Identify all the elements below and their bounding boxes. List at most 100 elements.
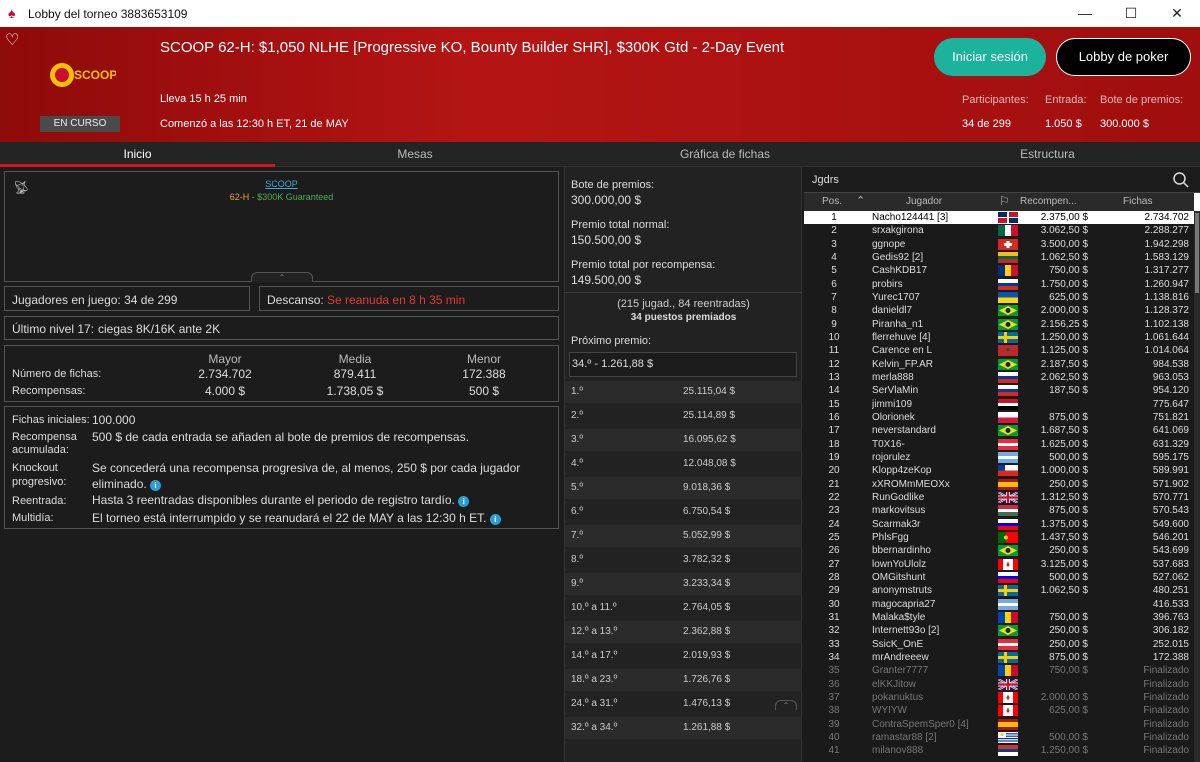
player-chips: 172.388 (1152, 651, 1189, 663)
table-row[interactable]: 10 flerrehuve [4] 1.250,00 $ 1.061.644 (804, 331, 1194, 344)
table-row[interactable]: 33 SsicK_OnE 250,00 $ 252.015 (804, 638, 1194, 651)
detail-value-starting-chips: 100.000 (92, 413, 136, 427)
prize-place: 3.º (571, 434, 583, 445)
table-row[interactable]: 29 anonymstruts 1.062,50 $ 480.251 (804, 584, 1194, 597)
table-row[interactable]: 3 ggnope 3.500,00 $ 1.942.298 (804, 238, 1194, 251)
table-row[interactable]: 34 mrAndreeew 875,00 $ 172.388 (804, 651, 1194, 664)
table-row[interactable]: 13 merla888 2.062,50 $ 963.053 (804, 371, 1194, 384)
player-name: markovitsus (872, 505, 926, 517)
table-row[interactable]: 12 Kelvin_FP.AR 2.187,50 $ 984.538 (804, 358, 1194, 371)
table-row[interactable]: 30 magocapria27 416.533 (804, 598, 1194, 611)
table-row[interactable]: 19 rojorulez 500,00 $ 595.175 (804, 451, 1194, 464)
col-chips[interactable]: Fichas (1123, 196, 1152, 207)
prize-place: 5.º (571, 482, 583, 493)
table-row[interactable]: 1 Nacho124441 [3] 2.375,00 $ 2.734.702 (804, 211, 1194, 225)
table-row[interactable]: 21 xXROMmMEOXx 250,00 $ 571.902 (804, 478, 1194, 491)
break-box: Descanso: Se reanuda en 8 h 35 min (259, 286, 559, 311)
table-row[interactable]: 32 Internett93o [2] 250,00 $ 306.182 (804, 624, 1194, 637)
info-icon[interactable]: i (150, 480, 162, 491)
table-row[interactable]: 41 milanov888 1.250,00 $ Finalizado (804, 744, 1194, 757)
event-guarantee: $300K Guaranteed (257, 192, 334, 202)
players-scrollbar[interactable] (1194, 211, 1200, 762)
player-pos: 25 (828, 531, 840, 543)
table-row[interactable]: 37 pokanuktus 2.000,00 $ Finalizado (804, 691, 1194, 704)
prize-row: 10.º a 11.º 2.764,05 $ (565, 597, 802, 619)
table-row[interactable]: 20 Klopp4zeKop 1.000,00 $ 589.991 (804, 464, 1194, 477)
player-pos: 39 (828, 718, 840, 730)
player-pos: 38 (828, 705, 840, 717)
poker-lobby-button[interactable]: Lobby de poker (1056, 38, 1191, 76)
table-row[interactable]: 23 markovitsus 875,00 $ 570.543 (804, 504, 1194, 517)
tab-estructura[interactable]: Estructura (895, 142, 1200, 167)
table-row[interactable]: 38 WYIYW 625,00 $ Finalizado (804, 704, 1194, 717)
table-row[interactable]: 15 jimmi109 775.647 (804, 398, 1194, 411)
tab-inicio[interactable]: Inicio (0, 142, 275, 167)
table-row[interactable]: 22 RunGodlike 1.312,50 $ 570.771 (804, 491, 1194, 504)
sort-asc-icon[interactable]: ⌃ (856, 194, 865, 207)
player-name: lownYoUlolz (872, 558, 927, 570)
scoop-link[interactable]: SCOOP (5, 179, 558, 189)
table-row[interactable]: 16 Olorionek 875,00 $ 751.821 (804, 411, 1194, 424)
player-pos: 32 (828, 625, 840, 637)
player-name: SsicK_OnE (872, 638, 924, 650)
col-player[interactable]: Jugador (906, 196, 942, 207)
table-row[interactable]: 17 neverstandard 1.687,50 $ 641.069 (804, 424, 1194, 437)
player-chips: 1.260.947 (1144, 278, 1190, 290)
collapse-handle[interactable]: ⌃ (251, 272, 313, 282)
players-in-game: Jugadores en juego: 34 de 299 (12, 293, 178, 307)
player-name: Gedis92 [2] (872, 251, 924, 263)
players-scrollbar-thumb[interactable] (1195, 213, 1199, 293)
table-row[interactable]: 4 Gedis92 [2] 1.062,50 $ 1.583.129 (804, 251, 1194, 264)
player-chips: Finalizado (1143, 665, 1189, 677)
country-flag-icon (998, 625, 1018, 637)
prize-collapse-handle[interactable]: ⌃ (775, 700, 797, 710)
svg-text:SCOOP: SCOOP (74, 68, 116, 82)
player-chips: 1.942.298 (1144, 238, 1190, 250)
player-chips: 2.734.702 (1144, 212, 1190, 223)
detail-label-reentry: Reentrada: (12, 495, 67, 507)
info-icon[interactable]: i (489, 514, 501, 525)
minimize-button[interactable]: — (1062, 0, 1108, 27)
table-row[interactable]: 39 ContraSpemSper0 [4] Finalizado (804, 718, 1194, 731)
player-reward: 1.312,50 $ (1040, 491, 1088, 503)
player-pos: 34 (828, 651, 840, 663)
table-row[interactable]: 7 Yurec1707 625,00 $ 1.138.816 (804, 291, 1194, 304)
col-reward[interactable]: Recompen... (1020, 196, 1077, 207)
login-button[interactable]: Iniciar sesión (934, 38, 1046, 76)
table-row[interactable]: 18 T0X16- 1.625,00 $ 631.329 (804, 438, 1194, 451)
prizepool-label: Bote de premios: (1100, 94, 1184, 106)
table-row[interactable]: 9 Piranha_n1 2.156,25 $ 1.102.138 (804, 318, 1194, 331)
table-row[interactable]: 27 lownYoUlolz 3.125,00 $ 537.683 (804, 558, 1194, 571)
table-row[interactable]: 5 CashKDB17 750,00 $ 1.317.277 (804, 264, 1194, 277)
table-row[interactable]: 28 OMGitshunt 500,00 $ 527.062 (804, 571, 1194, 584)
tab-mesas[interactable]: Mesas (275, 142, 555, 167)
search-icon[interactable] (1172, 171, 1190, 189)
search-input[interactable]: Jgdrs (812, 174, 839, 186)
table-row[interactable]: 11 Carence en L 1.125,00 $ 1.014.064 (804, 344, 1194, 357)
table-row[interactable]: 6 probirs 1.750,00 $ 1.260.947 (804, 278, 1194, 291)
maximize-button[interactable]: ☐ (1108, 0, 1154, 27)
table-row[interactable]: 14 SerVlaMin 187,50 $ 954.120 (804, 384, 1194, 397)
prize-pool-label: Bote de premios: (571, 179, 655, 191)
table-row[interactable]: 36 elKKJitow Finalizado (804, 678, 1194, 691)
info-icon[interactable]: i (458, 496, 470, 507)
tab-chip-graph[interactable]: Gráfica de fichas (555, 142, 895, 167)
flag-column-icon[interactable]: ⚐ (999, 194, 1010, 208)
close-button[interactable]: ✕ (1154, 0, 1200, 27)
table-row[interactable]: 25 PhlsFgg 1.437,50 $ 546.201 (804, 531, 1194, 544)
col-pos[interactable]: Pos. (822, 196, 842, 207)
table-row[interactable]: 26 bbernardinho 250,00 $ 543.699 (804, 544, 1194, 557)
table-row[interactable]: 8 danieldl7 2.000,00 $ 1.128.372 (804, 304, 1194, 317)
player-name: bbernardinho (872, 545, 931, 557)
country-flag-icon (998, 465, 1018, 477)
table-row[interactable]: 24 Scarmak3r 1.375,00 $ 549.600 (804, 518, 1194, 531)
table-row[interactable]: 2 srxakgirona 3.062,50 $ 2.288.277 (804, 224, 1194, 237)
favorite-heart-icon[interactable]: ♡ (5, 30, 19, 50)
player-pos: 11 (828, 345, 840, 357)
table-row[interactable]: 40 ramastar88 [2] 500,00 $ Finalizado (804, 731, 1194, 744)
table-row[interactable]: 31 Malaka$tyle 750,00 $ 396.763 (804, 611, 1194, 624)
player-pos: 30 (828, 598, 840, 610)
rewards-label: Recompensas: (12, 385, 86, 397)
country-flag-icon (998, 611, 1018, 623)
table-row[interactable]: 35 Granter7777 750,00 $ Finalizado (804, 664, 1194, 677)
